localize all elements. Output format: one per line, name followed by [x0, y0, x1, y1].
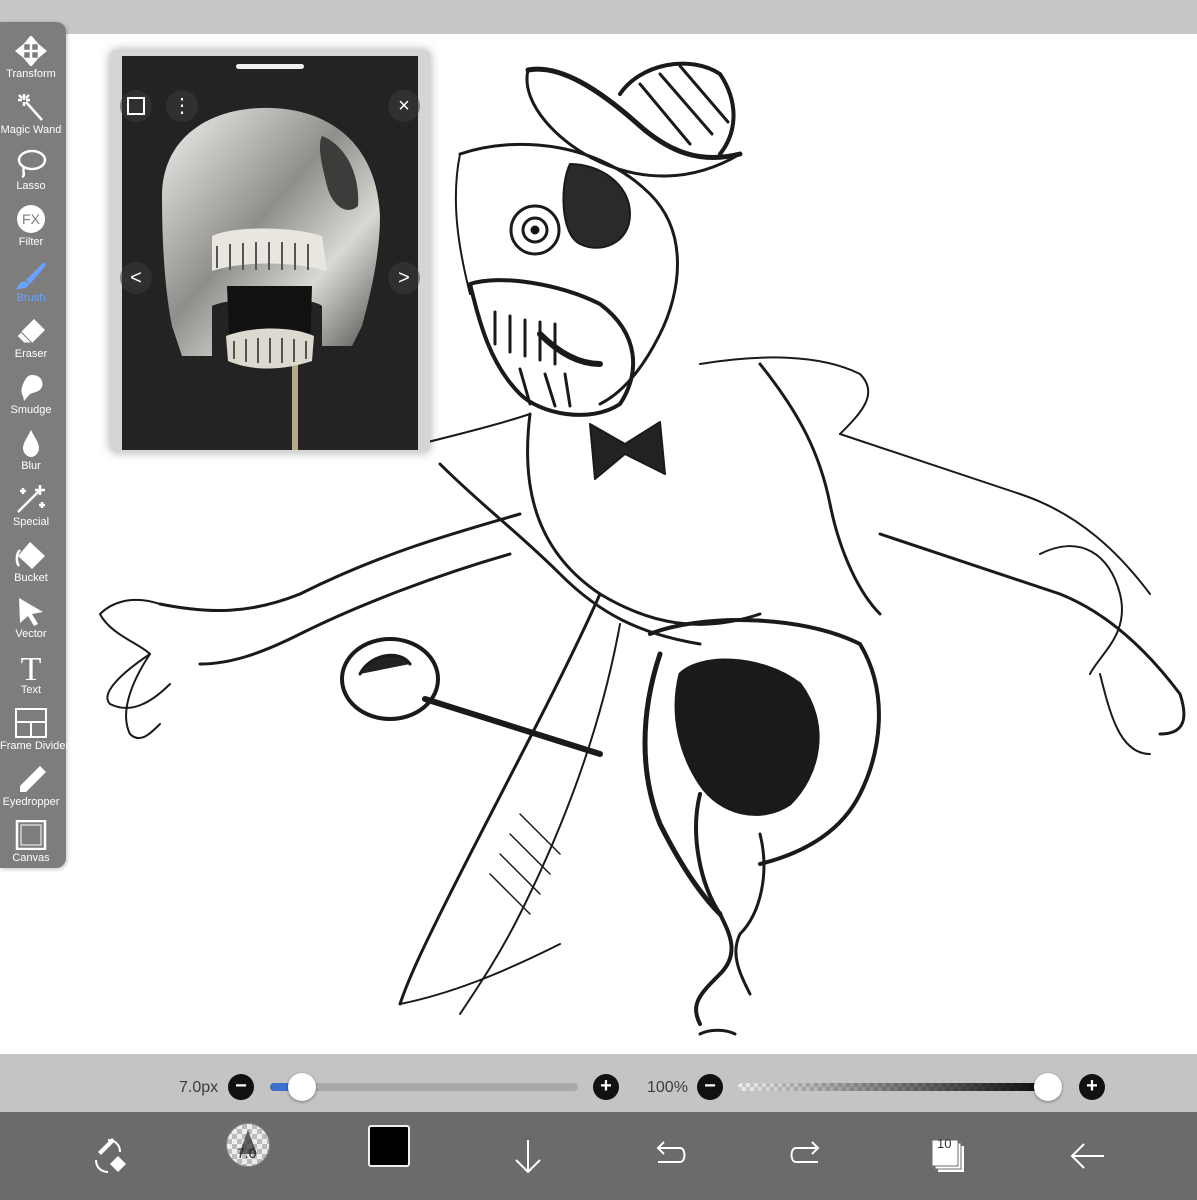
tool-special[interactable]: Special	[0, 478, 62, 534]
layers-count: 10	[937, 1136, 952, 1151]
reference-close-button[interactable]: ×	[388, 90, 420, 122]
reference-drag-handle[interactable]	[236, 64, 304, 69]
reference-prev-button[interactable]: <	[120, 262, 152, 294]
tool-label: Special	[12, 516, 50, 528]
eyedropper-icon	[20, 766, 46, 792]
minus-icon: −	[235, 1075, 247, 1097]
brush-size-preview-button[interactable]: 7.0	[226, 1123, 270, 1167]
redo-button[interactable]	[782, 1130, 834, 1182]
tool-brush[interactable]: Brush	[0, 254, 62, 310]
brush-size-slider[interactable]	[270, 1083, 578, 1091]
brush-size-value: 7.0px	[179, 1079, 219, 1096]
tool-smudge[interactable]: Smudge	[0, 366, 62, 422]
tool-bucket[interactable]: Bucket	[0, 534, 62, 590]
swap-brush-eraser-icon	[95, 1138, 126, 1173]
tool-vector[interactable]: Vector	[0, 590, 62, 646]
brush-size-increase-button[interactable]: +	[593, 1074, 619, 1100]
brush-settings-bar: 7.0px − + 100% − +	[0, 1054, 1197, 1112]
tool-text[interactable]: T Text	[0, 646, 62, 702]
move-arrows-icon	[15, 36, 47, 66]
redo-icon	[790, 1141, 820, 1163]
tool-label: Magic Wand	[0, 124, 62, 136]
text-glyph: T	[21, 652, 42, 682]
undo-button[interactable]	[642, 1130, 694, 1182]
tool-label: Text	[20, 684, 42, 696]
tool-blur[interactable]: Blur	[0, 422, 62, 478]
fx-glyph: FX	[22, 211, 41, 227]
square-icon	[127, 97, 145, 115]
opacity-value: 100%	[647, 1079, 688, 1096]
reference-menu-button[interactable]: ⋮	[166, 90, 198, 122]
tool-canvas[interactable]: Canvas	[0, 814, 62, 870]
layer-transfer-button[interactable]	[502, 1130, 554, 1182]
tool-palette: Transform Magic Wand Lasso FX Filter Bru…	[0, 22, 70, 870]
tool-label: Transform	[6, 68, 56, 80]
arrow-left-icon	[1070, 1143, 1104, 1169]
brush-eraser-swap-button[interactable]	[82, 1130, 134, 1182]
tool-label: Canvas	[12, 852, 50, 864]
plus-icon: +	[1086, 1075, 1098, 1097]
tool-transform[interactable]: Transform	[0, 30, 62, 86]
opacity-slider[interactable]	[738, 1083, 1062, 1091]
opacity-thumb[interactable]	[1034, 1073, 1062, 1101]
drop-icon	[23, 430, 39, 457]
tool-label: Smudge	[10, 404, 52, 416]
cursor-arrow-icon	[19, 598, 43, 626]
tool-label: Blur	[21, 460, 41, 472]
opacity-gradient	[738, 1083, 1062, 1091]
tool-frame-divider[interactable]: Frame Divider	[0, 702, 70, 758]
tool-label: Vector	[15, 628, 47, 640]
brush-size-thumb[interactable]	[288, 1073, 316, 1101]
top-bar	[0, 0, 1197, 34]
opacity-increase-button[interactable]: +	[1079, 1074, 1105, 1100]
canvas-icon	[15, 820, 47, 850]
tool-eyedropper[interactable]: Eyedropper	[0, 758, 62, 814]
undo-icon	[656, 1141, 686, 1163]
frame-divider-icon	[15, 708, 47, 738]
tool-lasso[interactable]: Lasso	[0, 142, 62, 198]
tool-label: Filter	[18, 236, 44, 248]
current-color-swatch[interactable]	[368, 1125, 410, 1167]
brush-size-decrease-button[interactable]: −	[228, 1074, 254, 1100]
fx-icon: FX	[17, 205, 45, 233]
reference-photo-art	[122, 56, 418, 450]
plus-icon: +	[600, 1075, 612, 1097]
tool-magic-wand[interactable]: Magic Wand	[0, 86, 62, 142]
tool-label: Brush	[16, 292, 46, 304]
reference-mode-button[interactable]	[120, 90, 152, 122]
chevron-left-icon: <	[130, 267, 142, 289]
reference-photo	[122, 56, 418, 450]
tool-label: Eyedropper	[2, 796, 60, 808]
tool-label: Bucket	[14, 572, 48, 584]
tool-eraser[interactable]: Eraser	[0, 310, 62, 366]
bottom-toolbar	[0, 1112, 1197, 1200]
tool-filter[interactable]: FX Filter	[0, 198, 62, 254]
brush-icon	[16, 262, 46, 289]
smudge-icon	[21, 375, 43, 401]
lasso-icon	[17, 149, 47, 178]
opacity-decrease-button[interactable]: −	[697, 1074, 723, 1100]
eraser-icon	[16, 319, 45, 344]
tool-label: Lasso	[16, 180, 46, 192]
brush-size-badge: 7.0	[237, 1145, 257, 1161]
sparkle-icon	[17, 485, 45, 513]
tool-label: Frame Divider	[0, 740, 70, 752]
minus-icon: −	[704, 1075, 716, 1097]
close-icon: ×	[398, 95, 410, 117]
bucket-icon	[15, 542, 45, 569]
back-button[interactable]	[1062, 1130, 1114, 1182]
text-icon: T	[21, 652, 42, 682]
magic-wand-icon	[18, 94, 43, 121]
arrow-down-icon	[515, 1140, 541, 1174]
reference-window[interactable]: ⋮ × < >	[110, 50, 430, 452]
tool-label: Eraser	[14, 348, 48, 360]
reference-next-button[interactable]: >	[388, 262, 420, 294]
chevron-right-icon: >	[398, 267, 410, 289]
more-vertical-icon: ⋮	[172, 95, 192, 117]
